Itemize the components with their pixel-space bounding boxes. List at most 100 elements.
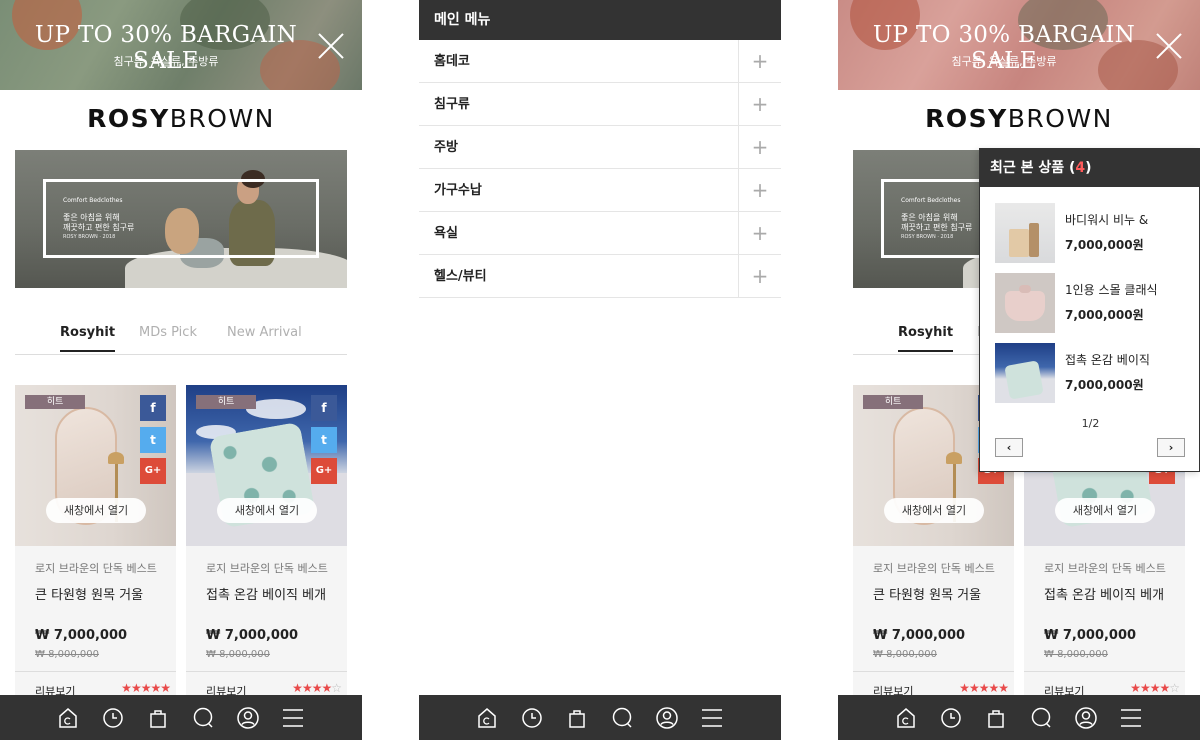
hit-badge: 히트 xyxy=(196,395,256,409)
home-icon[interactable] xyxy=(56,706,80,730)
recent-item-name: 1인용 스몰 클래식 xyxy=(1065,283,1158,297)
product-name[interactable]: 큰 타원형 원목 거울 xyxy=(35,584,143,603)
recent-title-close: ) xyxy=(1085,160,1092,176)
star-filled-icon: ★ xyxy=(1130,681,1141,695)
product-card[interactable]: 히트 f t G+ 새창에서 열기 로지 브라운의 단독 베스트 큰 타원형 원… xyxy=(15,385,176,705)
product-price: ₩ 7,000,000 xyxy=(206,628,299,643)
card-divider xyxy=(186,671,347,672)
bag-icon[interactable] xyxy=(565,706,589,730)
facebook-icon[interactable]: f xyxy=(140,395,166,421)
menu-item-bedding[interactable]: 침구류 + xyxy=(419,83,781,126)
recent-item-price: 7,000,000원 xyxy=(1065,378,1144,392)
home-icon[interactable] xyxy=(475,706,499,730)
facebook-icon[interactable]: f xyxy=(311,395,337,421)
menu-icon[interactable] xyxy=(700,706,724,730)
chat-icon[interactable] xyxy=(610,706,634,730)
product-price: ₩ 7,000,000 xyxy=(1044,628,1137,643)
plus-icon[interactable]: + xyxy=(738,255,781,297)
chat-icon[interactable] xyxy=(1029,706,1053,730)
clock-icon[interactable] xyxy=(101,706,125,730)
star-filled-icon: ★ xyxy=(1139,681,1151,695)
google-plus-icon[interactable]: G+ xyxy=(140,458,166,484)
star-filled-icon: ★ xyxy=(978,681,990,695)
recent-item-thumb[interactable] xyxy=(995,203,1055,263)
twitter-icon[interactable]: t xyxy=(140,427,166,453)
promo-banner[interactable]: UP TO 30% BARGAIN SALE 침구류, 욕실류, 주방류 xyxy=(0,0,362,90)
tab-rosyhit[interactable]: Rosyhit xyxy=(898,325,954,352)
product-card[interactable]: 히트 f t G+ 새창에서 열기 로지 브라운의 단독 베스트 접촉 온감 베… xyxy=(186,385,347,705)
promo-banner[interactable]: UP TO 30% BARGAIN SALE 침구류, 욕실류, 주방류 xyxy=(838,0,1200,90)
product-price: ₩ 7,000,000 xyxy=(873,628,966,643)
plus-icon[interactable]: + xyxy=(738,40,781,82)
menu-icon[interactable] xyxy=(281,706,305,730)
home-icon[interactable] xyxy=(894,706,918,730)
hit-badge: 히트 xyxy=(863,395,923,409)
menu-item-label: 욕실 xyxy=(434,226,458,241)
bottom-nav xyxy=(0,695,362,740)
hero-banner[interactable]: Comfort Bedclothes 좋은 아침을 위해 깨끗하고 편한 침구류… xyxy=(15,150,347,288)
menu-item-kitchen[interactable]: 주방 + xyxy=(419,126,781,169)
chat-icon[interactable] xyxy=(191,706,215,730)
product-image[interactable]: 히트 f t G+ 새창에서 열기 xyxy=(186,385,347,546)
menu-title: 메인 메뉴 xyxy=(419,0,781,40)
plus-icon[interactable]: + xyxy=(738,126,781,168)
star-filled-icon: ★ xyxy=(140,681,152,695)
plus-icon[interactable]: + xyxy=(738,83,781,125)
product-image[interactable]: 히트 f t G+ 새창에서 열기 xyxy=(15,385,176,546)
hero-small-text: Comfort Bedclothes xyxy=(901,197,961,204)
tab-new-arrival[interactable]: New Arrival xyxy=(227,325,302,340)
bag-icon[interactable] xyxy=(146,706,170,730)
star-filled-icon: ★ xyxy=(292,681,303,695)
open-new-window-button[interactable]: 새창에서 열기 xyxy=(884,498,984,523)
product-name[interactable]: 큰 타원형 원목 거울 xyxy=(873,584,981,603)
recent-item-price: 7,000,000원 xyxy=(1065,308,1144,322)
recent-title-text: 최근 본 상품 ( xyxy=(990,160,1076,176)
twitter-icon[interactable]: t xyxy=(311,427,337,453)
product-original-price: ₩ 8,000,000 xyxy=(873,649,937,660)
recent-panel-title: 최근 본 상품 (4) xyxy=(980,149,1200,187)
logo[interactable]: ROSYBROWN xyxy=(838,104,1200,133)
user-icon[interactable] xyxy=(236,706,260,730)
tab-mds-pick[interactable]: MDs Pick xyxy=(139,325,197,340)
product-tabs: Rosyhit MDs Pick New Arrival xyxy=(15,325,347,355)
product-name[interactable]: 접촉 온감 베이직 베개 xyxy=(206,584,326,603)
next-page-button[interactable]: › xyxy=(1157,438,1185,457)
clock-icon[interactable] xyxy=(520,706,544,730)
logo-light: BROWN xyxy=(1007,104,1113,133)
menu-list: 홈데코 + 침구류 + 주방 + 가구수납 + 욕실 + 헬스/뷰티 + xyxy=(419,40,781,298)
logo[interactable]: ROSYBROWN xyxy=(0,104,362,133)
menu-item-home-deco[interactable]: 홈데코 + xyxy=(419,40,781,83)
clock-icon[interactable] xyxy=(939,706,963,730)
recent-item[interactable]: 바디워시 비누 & 7,000,000원 xyxy=(995,203,1195,263)
user-icon[interactable] xyxy=(1074,706,1098,730)
product-name[interactable]: 접촉 온감 베이직 베개 xyxy=(1044,584,1164,603)
prev-page-button[interactable]: ‹ xyxy=(995,438,1023,457)
star-filled-icon: ★ xyxy=(121,681,132,695)
recent-item-thumb[interactable] xyxy=(995,273,1055,333)
menu-item-label: 주방 xyxy=(434,140,458,155)
recent-item[interactable]: 1인용 스몰 클래식 7,000,000원 xyxy=(995,273,1195,333)
open-new-window-button[interactable]: 새창에서 열기 xyxy=(46,498,146,523)
logo-bold: ROSY xyxy=(87,104,170,133)
close-icon[interactable] xyxy=(318,33,344,59)
recent-item-thumb[interactable] xyxy=(995,343,1055,403)
open-new-window-button[interactable]: 새창에서 열기 xyxy=(1055,498,1155,523)
menu-item-bathroom[interactable]: 욕실 + xyxy=(419,212,781,255)
recent-item[interactable]: 접촉 온감 베이직 7,000,000원 xyxy=(995,343,1195,403)
menu-item-label: 헬스/뷰티 xyxy=(434,269,487,284)
menu-item-furniture[interactable]: 가구수납 + xyxy=(419,169,781,212)
tab-rosyhit[interactable]: Rosyhit xyxy=(60,325,116,352)
google-plus-icon[interactable]: G+ xyxy=(311,458,337,484)
menu-icon[interactable] xyxy=(1119,706,1143,730)
product-original-price: ₩ 8,000,000 xyxy=(35,649,99,660)
close-icon[interactable] xyxy=(1156,33,1182,59)
plus-icon[interactable]: + xyxy=(738,212,781,254)
product-tag: 로지 브라운의 단독 베스트 xyxy=(206,562,328,575)
product-tag: 로지 브라운의 단독 베스트 xyxy=(873,562,995,575)
bottom-nav xyxy=(419,695,781,740)
menu-item-health-beauty[interactable]: 헬스/뷰티 + xyxy=(419,255,781,298)
plus-icon[interactable]: + xyxy=(738,169,781,211)
user-icon[interactable] xyxy=(655,706,679,730)
open-new-window-button[interactable]: 새창에서 열기 xyxy=(217,498,317,523)
bag-icon[interactable] xyxy=(984,706,1008,730)
